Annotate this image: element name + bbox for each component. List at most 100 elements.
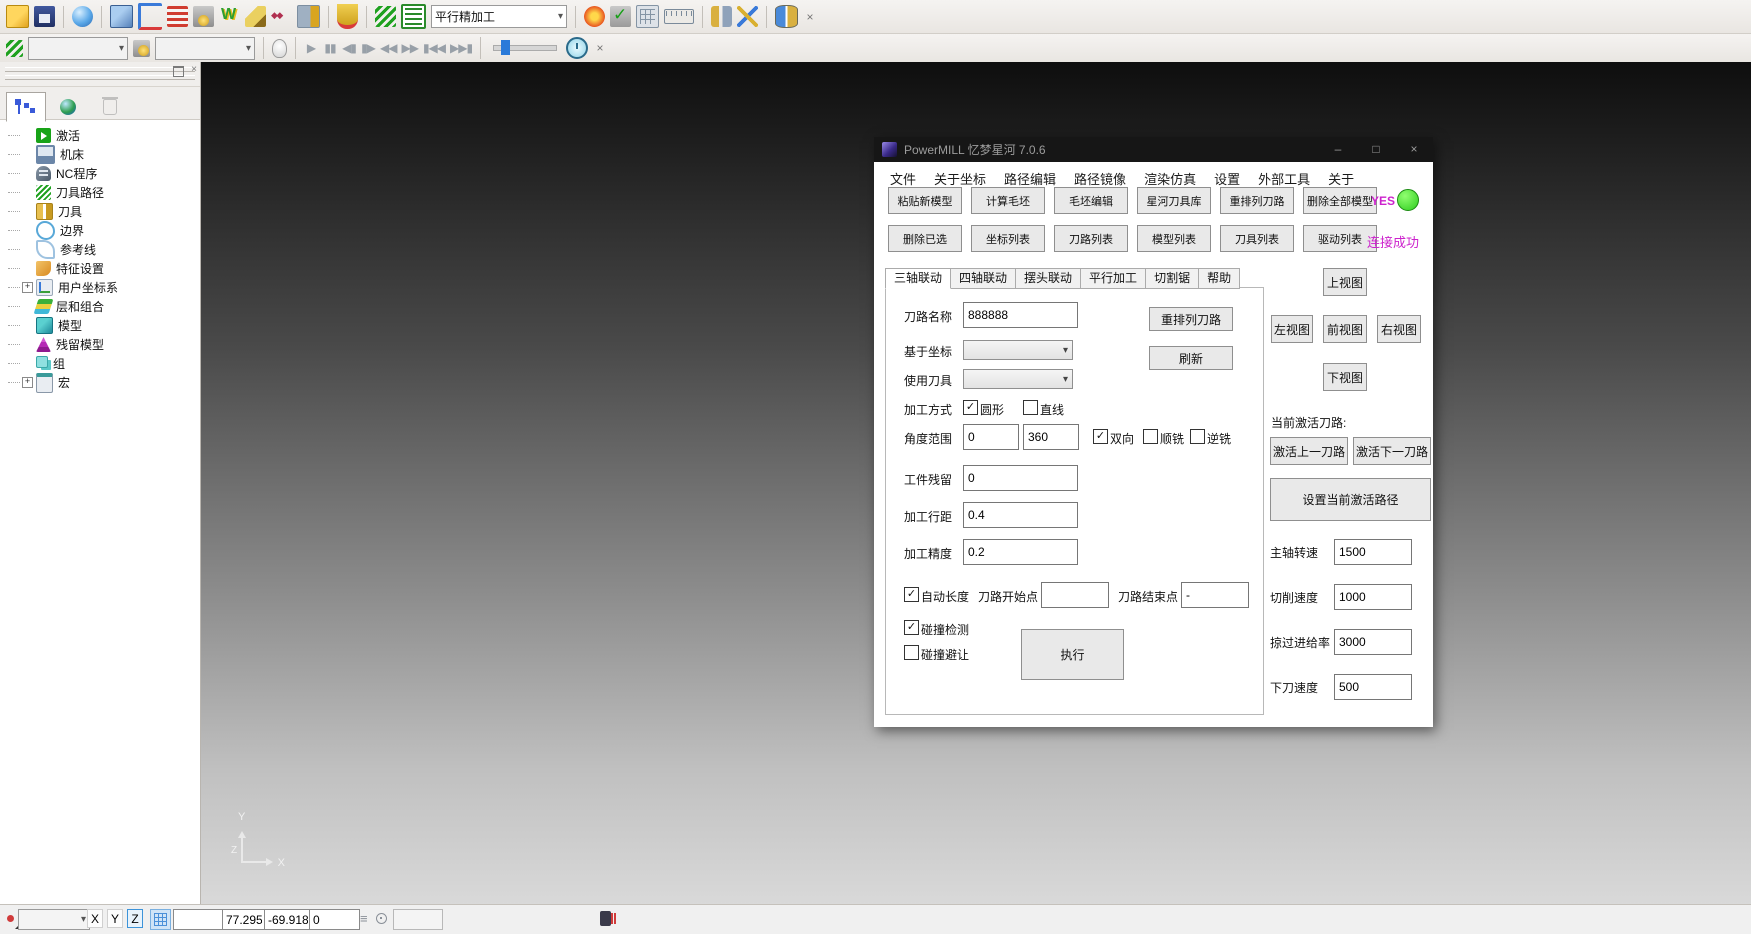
tree-item[interactable]: 刀具 [8, 202, 200, 221]
play-button[interactable]: ▶ [304, 41, 318, 55]
dialog-tab[interactable]: 三轴联动 [885, 268, 951, 289]
tolerance-input[interactable] [963, 539, 1078, 565]
dialog-button[interactable]: 毛坯编辑 [1054, 187, 1128, 214]
dialog-button[interactable]: 模型列表 [1137, 225, 1211, 252]
dialog-button[interactable]: 删除全部模型 [1303, 187, 1377, 214]
strategy-dropdown[interactable]: 平行精加工 ▾ [431, 5, 567, 28]
close-button[interactable]: × [1395, 137, 1433, 162]
simulate-icon[interactable] [337, 4, 358, 29]
dialog-tab[interactable]: 帮助 [1199, 268, 1240, 289]
rewind-button[interactable]: ◀◀ [380, 41, 396, 55]
axis-y-button[interactable]: Y [107, 909, 123, 928]
dialog-tab[interactable]: 平行加工 [1081, 268, 1146, 289]
view-front-button[interactable]: 前视图 [1323, 315, 1367, 343]
dialog-button[interactable]: 刀路列表 [1054, 225, 1128, 252]
swap-tools-icon[interactable] [737, 6, 758, 27]
calculator-icon[interactable] [636, 5, 659, 28]
set-active-path-button[interactable]: 设置当前激活路径 [1270, 478, 1431, 521]
angle-from-input[interactable] [963, 424, 1019, 450]
dock-grip[interactable] [5, 67, 195, 72]
pause-button[interactable]: ▮▮ [323, 41, 337, 55]
feed-input[interactable] [1334, 674, 1412, 700]
menu-item[interactable]: 渲染仿真 [1144, 169, 1196, 188]
doc-pause-icon[interactable] [600, 911, 611, 926]
simulation-speed-slider[interactable] [493, 45, 557, 51]
refresh-button[interactable]: 刷新 [1149, 346, 1233, 370]
dialog-button[interactable]: 刀具列表 [1220, 225, 1294, 252]
slider-handle[interactable] [501, 40, 510, 55]
coord-y-input[interactable] [264, 909, 312, 930]
axis-list-icon[interactable]: ≡ [360, 911, 368, 926]
tab-explorer-tree[interactable] [6, 92, 46, 122]
toolbar-close-button[interactable]: × [803, 10, 817, 24]
strategy-list-icon[interactable] [401, 4, 426, 29]
dialog-button[interactable]: 驱动列表 [1303, 225, 1377, 252]
tool-dropdown[interactable]: ▾ [155, 37, 255, 60]
menu-item[interactable]: 关于坐标 [934, 169, 986, 188]
panel-float-icon[interactable] [173, 66, 184, 77]
dialog-titlebar[interactable]: PowerMILL 忆梦星河 7.0.6 – □ × [874, 137, 1433, 162]
collision-avoid-checkbox[interactable] [904, 645, 919, 660]
menu-item[interactable]: 关于 [1328, 169, 1354, 188]
tree-item[interactable]: 特征设置 [8, 259, 200, 278]
tree-item[interactable]: 层和组合 [8, 297, 200, 316]
coord-z-input[interactable] [309, 909, 360, 930]
collision-check-checkbox[interactable]: ✓ [904, 620, 919, 635]
toolpath-name-input[interactable] [963, 302, 1078, 328]
open-project-icon[interactable] [6, 5, 29, 28]
reorder-toolpaths-button[interactable]: 重排列刀路 [1149, 307, 1233, 331]
block-icon[interactable] [110, 5, 133, 28]
render-shaded-icon[interactable] [72, 6, 93, 27]
start-point-input[interactable] [1041, 582, 1109, 608]
tree-item[interactable]: 刀具路径 [8, 183, 200, 202]
menu-item[interactable]: 文件 [890, 169, 916, 188]
edit-tool-icon[interactable] [297, 5, 320, 28]
tab-recycle-bin[interactable] [90, 92, 130, 122]
tool-check-icon[interactable] [610, 6, 631, 27]
tree-item[interactable]: 宏 [8, 373, 200, 392]
fast-forward-button[interactable]: ▶▶ [401, 41, 417, 55]
toolpath-raise-icon[interactable] [138, 3, 162, 30]
toolpath-dropdown[interactable]: ▾ [28, 37, 128, 60]
toolpath-green-icon[interactable] [6, 40, 23, 57]
toolpath-green-icon[interactable] [375, 6, 396, 27]
go-to-start-button[interactable]: ▮◀◀ [423, 41, 445, 55]
panel-close-button[interactable]: × [191, 64, 197, 75]
view-right-button[interactable]: 右视图 [1377, 315, 1421, 343]
expand-toggle[interactable] [22, 282, 33, 293]
tree-item[interactable]: 残留模型 [8, 335, 200, 354]
tool-assembly-icon[interactable] [711, 6, 732, 27]
tree-item[interactable]: 激活 [8, 126, 200, 145]
tree-item[interactable]: 机床 [8, 145, 200, 164]
tree-item[interactable]: 用户坐标系 [8, 278, 200, 297]
end-point-input[interactable] [1181, 582, 1249, 608]
step-back-button[interactable]: ◀▮ [342, 41, 356, 55]
menu-item[interactable]: 路径镜像 [1074, 169, 1126, 188]
tree-item[interactable]: 组 [8, 354, 200, 373]
feed-input[interactable] [1334, 629, 1412, 655]
tree-item[interactable]: 模型 [8, 316, 200, 335]
coord-select[interactable]: ▾ [963, 340, 1073, 360]
view-bottom-button[interactable]: 下视图 [1323, 363, 1367, 391]
dialog-tab[interactable]: 摆头联动 [1016, 268, 1081, 289]
expand-toggle[interactable] [22, 377, 33, 388]
dialog-button[interactable]: 坐标列表 [971, 225, 1045, 252]
line-checkbox[interactable] [1023, 400, 1038, 415]
view-left-button[interactable]: 左视图 [1271, 315, 1313, 343]
tree-item[interactable]: NC程序 [8, 164, 200, 183]
dialog-button[interactable]: 星河刀具库 [1137, 187, 1211, 214]
pattern-icon[interactable] [245, 6, 266, 27]
step-forward-button[interactable]: ▮▶ [361, 41, 375, 55]
clock-icon[interactable] [566, 37, 588, 59]
grid-toggle-button[interactable] [150, 909, 171, 930]
menu-item[interactable]: 外部工具 [1258, 169, 1310, 188]
go-to-end-button[interactable]: ▶▶▮ [450, 41, 472, 55]
circle-checkbox[interactable]: ✓ [963, 400, 978, 415]
activate-previous-button[interactable]: 激活上一刀路 [1270, 437, 1348, 465]
dialog-button[interactable]: 删除已选 [888, 225, 962, 252]
nc-program-icon[interactable] [167, 6, 188, 27]
save-project-icon[interactable] [34, 6, 55, 27]
view-top-button[interactable]: 上视图 [1323, 268, 1367, 296]
feed-input[interactable] [1334, 584, 1412, 610]
maximize-button[interactable]: □ [1357, 137, 1395, 162]
